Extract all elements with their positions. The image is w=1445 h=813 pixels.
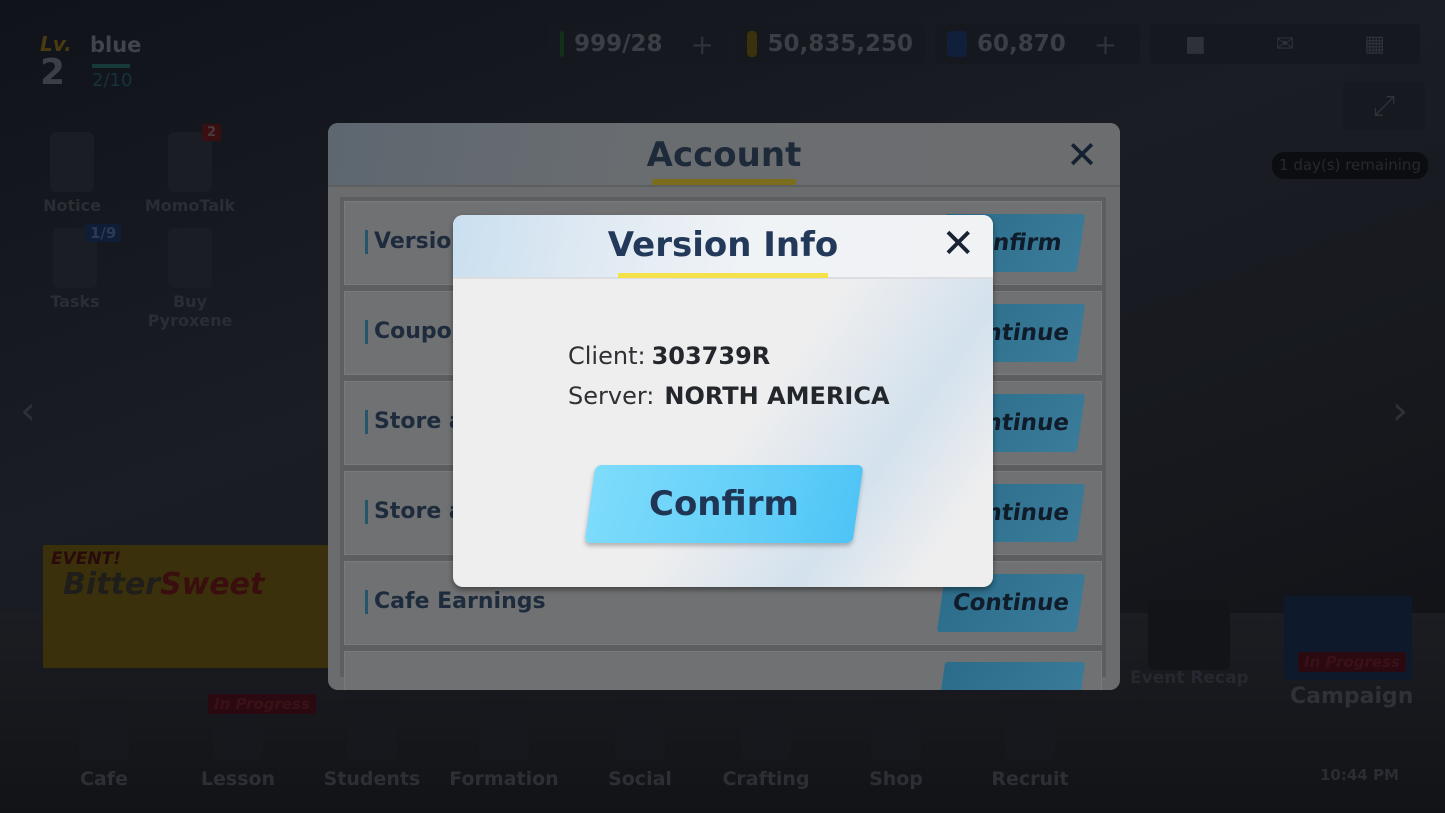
megaphone-icon — [50, 132, 94, 192]
fullscreen-icon[interactable]: ⤢ — [1343, 82, 1425, 130]
close-icon[interactable]: ✕ — [941, 221, 975, 267]
phone-icon — [168, 132, 212, 192]
server-info: Server: NORTH AMERICA — [568, 382, 890, 410]
tasks-label: Tasks — [50, 292, 100, 311]
event-banner[interactable]: EVENT! BitterSweet — [43, 545, 330, 668]
momotalk-button[interactable]: MomoTalk 2 — [140, 124, 240, 215]
formation-icon — [479, 700, 529, 760]
nav-recruit[interactable]: Recruit — [975, 690, 1085, 790]
row-label: Store a — [365, 500, 464, 524]
row-button[interactable] — [936, 662, 1086, 690]
ap-value: 999/28 — [574, 31, 663, 57]
cafe-icon — [79, 700, 129, 760]
nav-students[interactable]: Students — [317, 690, 427, 790]
list-item-partial — [344, 651, 1102, 690]
profile-icon[interactable]: ■ — [1185, 32, 1206, 57]
crafting-icon — [741, 700, 791, 760]
pyroxene-icon — [947, 31, 967, 57]
chevron-left-icon[interactable]: ‹ — [20, 388, 36, 434]
remaining-label: 1 day(s) remaining — [1272, 152, 1428, 179]
campaign-in-progress-badge: In Progress — [1298, 652, 1406, 672]
row-label: Store a — [365, 410, 464, 434]
notice-label: Notice — [43, 196, 101, 215]
player-name: blue — [90, 33, 142, 57]
version-info-dialog: Version Info ✕ Client: 303739R Server: NOR… — [453, 215, 993, 587]
recruit-icon — [1005, 700, 1055, 760]
buy-pyroxene-label: Buy Pyroxene — [147, 292, 233, 330]
client-info: Client: 303739R — [568, 342, 770, 370]
bottom-nav: Cafe Lesson In Progress Students Formati… — [0, 690, 1445, 800]
dialog-title: Version Info — [607, 225, 839, 265]
lightning-icon — [560, 31, 565, 57]
chevron-right-icon[interactable]: › — [1392, 388, 1408, 434]
client-label: Client: — [568, 342, 646, 370]
buy-pyroxene-button[interactable]: Buy Pyroxene — [130, 228, 250, 330]
menu-grid-icon[interactable]: ▦ — [1364, 32, 1385, 57]
tasks-badge: 1/9 — [85, 224, 122, 242]
confirm-label: Confirm — [649, 484, 799, 524]
add-pyroxene-button[interactable]: + — [1094, 28, 1117, 61]
event-tag: EVENT! — [51, 549, 121, 569]
nav-cafe[interactable]: Cafe — [49, 690, 159, 790]
credits-counter: 50,835,250 — [735, 24, 925, 64]
nav-label: Formation — [449, 768, 559, 790]
row-label: Cafe Earnings — [365, 590, 546, 614]
lesson-in-progress-badge: In Progress — [208, 694, 316, 714]
nav-label: Cafe — [80, 768, 128, 790]
exp-bar — [92, 64, 130, 68]
nav-label: Social — [608, 768, 672, 790]
player-exp: 2/10 — [92, 70, 133, 91]
close-icon[interactable]: ✕ — [1066, 133, 1098, 177]
shopping-bag-icon — [168, 228, 212, 288]
server-value: NORTH AMERICA — [664, 382, 890, 410]
credits-value: 50,835,250 — [767, 31, 913, 57]
nav-label: Crafting — [722, 768, 810, 790]
account-title: Account — [646, 135, 802, 175]
shop-icon — [871, 700, 921, 760]
event-recap-label[interactable]: Event Recap — [1130, 668, 1249, 688]
nav-shop[interactable]: Shop — [841, 690, 951, 790]
mail-icon[interactable]: ✉ — [1276, 32, 1294, 57]
momotalk-label: MomoTalk — [144, 196, 236, 215]
social-icon — [615, 700, 665, 760]
nav-crafting[interactable]: Crafting — [711, 690, 821, 790]
lock-icon — [1148, 600, 1230, 670]
clock: 10:44 PM — [1320, 766, 1399, 784]
title-underline — [618, 273, 828, 278]
notice-button[interactable]: Notice — [22, 132, 122, 215]
nav-label: Recruit — [991, 768, 1069, 790]
nav-formation[interactable]: Formation — [449, 690, 559, 790]
ap-counter[interactable]: 999/28 + — [548, 24, 726, 64]
client-value: 303739R — [651, 342, 771, 370]
nav-label: Lesson — [200, 768, 276, 790]
title-underline — [652, 179, 796, 185]
tasks-button[interactable]: Tasks 1/9 — [25, 224, 125, 311]
server-label: Server: — [568, 382, 655, 410]
level-value: 2 — [40, 52, 66, 93]
event-title: BitterSweet — [63, 567, 265, 602]
confirm-button[interactable]: Confirm — [584, 465, 864, 543]
pyroxene-value: 60,870 — [977, 31, 1066, 57]
nav-social[interactable]: Social — [585, 690, 695, 790]
nav-label: Shop — [869, 768, 923, 790]
credit-icon — [747, 31, 758, 57]
momotalk-badge: 2 — [202, 124, 222, 141]
row-label: Version — [365, 230, 467, 254]
nav-label: Students — [323, 768, 421, 790]
top-icon-bar: ■ ✉ ▦ — [1150, 24, 1420, 64]
dialog-header: Version Info ✕ — [453, 215, 993, 279]
students-icon — [347, 700, 397, 760]
pyroxene-counter[interactable]: 60,870 + — [935, 24, 1140, 64]
add-ap-button[interactable]: + — [691, 28, 714, 61]
